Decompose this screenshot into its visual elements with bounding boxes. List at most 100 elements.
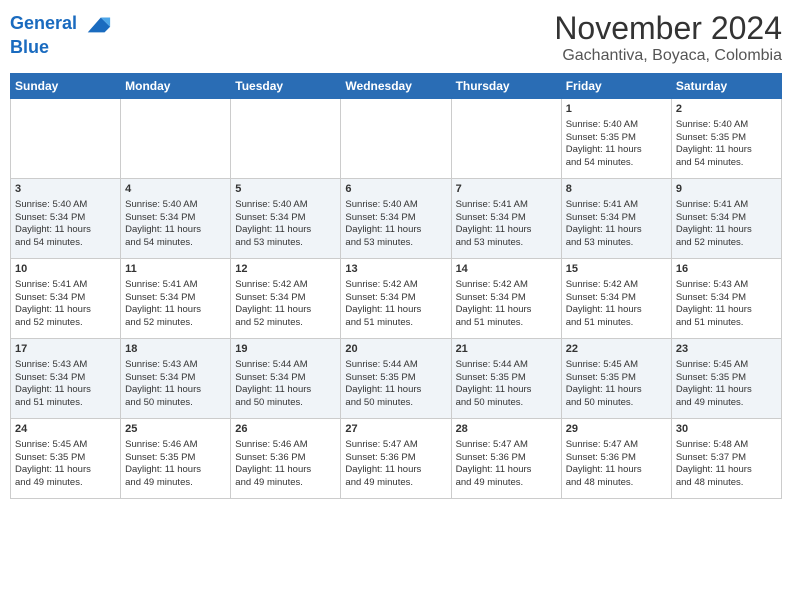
day-info: Sunset: 5:35 PM: [125, 452, 226, 465]
day-info: Daylight: 11 hours: [676, 384, 777, 397]
day-info: and 51 minutes.: [456, 317, 557, 330]
day-info: Sunset: 5:34 PM: [676, 292, 777, 305]
day-info: and 53 minutes.: [456, 237, 557, 250]
day-info: and 50 minutes.: [456, 397, 557, 410]
day-info: Sunset: 5:34 PM: [456, 292, 557, 305]
day-info: and 49 minutes.: [676, 397, 777, 410]
day-number: 1: [566, 102, 667, 117]
day-number: 12: [235, 262, 336, 277]
day-number: 20: [345, 342, 446, 357]
day-info: Daylight: 11 hours: [345, 304, 446, 317]
day-info: Sunrise: 5:40 AM: [566, 119, 667, 132]
calendar-week-row: 10Sunrise: 5:41 AMSunset: 5:34 PMDayligh…: [11, 259, 782, 339]
day-info: Sunrise: 5:44 AM: [456, 359, 557, 372]
day-number: 25: [125, 422, 226, 437]
calendar-cell: 1Sunrise: 5:40 AMSunset: 5:35 PMDaylight…: [561, 99, 671, 179]
day-info: and 52 minutes.: [676, 237, 777, 250]
day-info: Sunrise: 5:48 AM: [676, 439, 777, 452]
day-number: 29: [566, 422, 667, 437]
day-info: and 51 minutes.: [345, 317, 446, 330]
calendar-cell: 24Sunrise: 5:45 AMSunset: 5:35 PMDayligh…: [11, 419, 121, 499]
day-info: and 49 minutes.: [456, 477, 557, 490]
day-number: 5: [235, 182, 336, 197]
calendar-week-row: 1Sunrise: 5:40 AMSunset: 5:35 PMDaylight…: [11, 99, 782, 179]
day-info: and 53 minutes.: [345, 237, 446, 250]
day-info: Daylight: 11 hours: [125, 304, 226, 317]
day-info: Daylight: 11 hours: [125, 384, 226, 397]
day-info: and 49 minutes.: [235, 477, 336, 490]
day-info: Sunset: 5:34 PM: [15, 372, 116, 385]
day-info: Sunrise: 5:40 AM: [235, 199, 336, 212]
day-info: Daylight: 11 hours: [566, 304, 667, 317]
calendar-cell: [121, 99, 231, 179]
logo-line2: Blue: [10, 38, 112, 58]
day-info: and 50 minutes.: [345, 397, 446, 410]
logo-text: General: [10, 10, 112, 38]
day-number: 3: [15, 182, 116, 197]
day-info: Daylight: 11 hours: [676, 224, 777, 237]
day-info: Sunset: 5:36 PM: [345, 452, 446, 465]
day-info: and 53 minutes.: [566, 237, 667, 250]
day-info: Sunset: 5:34 PM: [125, 212, 226, 225]
day-info: Sunrise: 5:42 AM: [566, 279, 667, 292]
calendar-cell: 22 Sunrise: 5:45 AMSunset: 5:35 PMDayligh…: [561, 339, 671, 419]
calendar-cell: 29Sunrise: 5:47 AMSunset: 5:36 PMDayligh…: [561, 419, 671, 499]
calendar-cell: 18Sunrise: 5:43 AMSunset: 5:34 PMDayligh…: [121, 339, 231, 419]
weekday-header: Thursday: [451, 74, 561, 99]
day-info: Sunset: 5:35 PM: [566, 372, 667, 385]
day-info: Sunset: 5:35 PM: [676, 132, 777, 145]
calendar-cell: 25Sunrise: 5:46 AMSunset: 5:35 PMDayligh…: [121, 419, 231, 499]
weekday-header: Friday: [561, 74, 671, 99]
day-info: and 54 minutes.: [676, 157, 777, 170]
day-info: Daylight: 11 hours: [235, 224, 336, 237]
day-number: 14: [456, 262, 557, 277]
calendar-cell: [11, 99, 121, 179]
location-title: Gachantiva, Boyaca, Colombia: [554, 47, 782, 65]
calendar-cell: [451, 99, 561, 179]
day-number: 28: [456, 422, 557, 437]
day-info: Sunset: 5:36 PM: [235, 452, 336, 465]
day-info: Daylight: 11 hours: [235, 304, 336, 317]
day-info: Sunset: 5:35 PM: [456, 372, 557, 385]
day-info: Daylight: 11 hours: [456, 304, 557, 317]
day-info: Sunrise: 5:42 AM: [456, 279, 557, 292]
day-info: and 52 minutes.: [235, 317, 336, 330]
calendar-cell: 30Sunrise: 5:48 AMSunset: 5:37 PMDayligh…: [671, 419, 781, 499]
calendar-cell: 11Sunrise: 5:41 AMSunset: 5:34 PMDayligh…: [121, 259, 231, 339]
day-info: Daylight: 11 hours: [125, 224, 226, 237]
day-info: and 51 minutes.: [676, 317, 777, 330]
day-info: Sunrise: 5:41 AM: [15, 279, 116, 292]
day-info: Sunset: 5:34 PM: [345, 292, 446, 305]
day-info: and 51 minutes.: [566, 317, 667, 330]
day-info: Daylight: 11 hours: [15, 384, 116, 397]
calendar-cell: 13Sunrise: 5:42 AMSunset: 5:34 PMDayligh…: [341, 259, 451, 339]
day-info: and 50 minutes.: [125, 397, 226, 410]
day-number: 6: [345, 182, 446, 197]
logo: General Blue: [10, 10, 112, 58]
day-info: Sunset: 5:35 PM: [15, 452, 116, 465]
day-info: Sunrise: 5:45 AM: [676, 359, 777, 372]
month-title: November 2024: [554, 10, 782, 47]
calendar-cell: 17Sunrise: 5:43 AMSunset: 5:34 PMDayligh…: [11, 339, 121, 419]
day-info: and 50 minutes.: [235, 397, 336, 410]
day-info: and 48 minutes.: [676, 477, 777, 490]
logo-icon: [84, 10, 112, 38]
day-info: and 49 minutes.: [15, 477, 116, 490]
day-info: and 53 minutes.: [235, 237, 336, 250]
day-info: Daylight: 11 hours: [15, 224, 116, 237]
day-number: 22: [566, 342, 667, 357]
day-info: Sunrise: 5:40 AM: [125, 199, 226, 212]
calendar-cell: 23Sunrise: 5:45 AMSunset: 5:35 PMDayligh…: [671, 339, 781, 419]
day-info: Sunrise: 5:45 AM: [15, 439, 116, 452]
calendar-cell: 12Sunrise: 5:42 AMSunset: 5:34 PMDayligh…: [231, 259, 341, 339]
calendar-cell: 27Sunrise: 5:47 AMSunset: 5:36 PMDayligh…: [341, 419, 451, 499]
day-number: 19: [235, 342, 336, 357]
day-info: Daylight: 11 hours: [676, 464, 777, 477]
day-info: Sunset: 5:34 PM: [235, 372, 336, 385]
day-info: Daylight: 11 hours: [566, 384, 667, 397]
day-info: Sunrise: 5:46 AM: [125, 439, 226, 452]
day-info: Sunrise: 5:43 AM: [125, 359, 226, 372]
day-info: Sunset: 5:34 PM: [235, 212, 336, 225]
day-info: Sunrise: 5:45 AM: [566, 359, 667, 372]
day-info: Sunset: 5:36 PM: [566, 452, 667, 465]
